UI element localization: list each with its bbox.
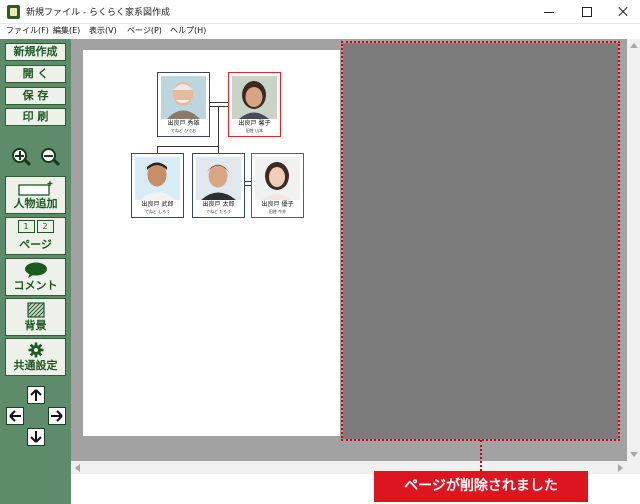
scrollbar-corner <box>627 461 640 474</box>
minimize-button[interactable] <box>532 0 566 24</box>
descent-line <box>218 106 219 147</box>
scroll-left-icon[interactable] <box>75 464 80 472</box>
person-card[interactable]: 出良戸 秀雄 でねど ひでお <box>157 72 210 137</box>
new-file-button[interactable]: 新規作成 <box>5 43 66 61</box>
page-deleted-notice: ページが削除されました <box>374 471 588 502</box>
person-photo <box>135 157 180 200</box>
sibling-line <box>157 146 219 147</box>
menu-view[interactable]: 表示(V) <box>89 25 117 36</box>
person-name: 出良戸 太郎 <box>202 201 235 208</box>
person-card-icon <box>17 181 52 196</box>
deleted-page-highlight <box>341 41 620 441</box>
add-person-button[interactable]: 人物追加 <box>5 176 66 214</box>
arrow-down-icon <box>30 431 42 443</box>
common-settings-button[interactable]: 共通設定 <box>5 338 66 376</box>
title-bar: 新規ファイル - らくらく家系図作成 <box>0 0 640 24</box>
add-person-label: 人物追加 <box>13 197 58 210</box>
background-label: 背景 <box>24 319 47 332</box>
save-button[interactable]: 保 存 <box>5 87 66 105</box>
person-card[interactable]: 出良戸 太郎 でねど たろう <box>192 153 245 218</box>
callout-connector <box>480 440 482 471</box>
person-name: 出良戸 秀雄 <box>167 120 200 127</box>
person-photo <box>232 76 277 119</box>
open-button[interactable]: 開 く <box>5 65 66 83</box>
menu-edit[interactable]: 編集(E) <box>53 25 80 36</box>
menu-file[interactable]: ファイル(F) <box>6 25 49 36</box>
person-name: 出良戸 馨子 <box>238 120 271 127</box>
print-button[interactable]: 印 刷 <box>5 108 66 126</box>
maximize-button[interactable] <box>570 0 604 24</box>
page-button[interactable]: 1 2 ページ <box>5 217 66 255</box>
page-label: ページ <box>19 238 52 251</box>
zoom-out-button[interactable] <box>39 146 61 168</box>
zoom-in-button[interactable] <box>10 146 32 168</box>
person-name: 出良戸 武郎 <box>141 201 174 208</box>
spouse-line-2 <box>210 106 228 107</box>
common-settings-label: 共通設定 <box>13 359 58 372</box>
window-title: 新規ファイル - らくらく家系図作成 <box>26 8 170 18</box>
menu-help[interactable]: ヘルプ(H) <box>170 25 206 36</box>
arrow-right-icon <box>51 410 63 422</box>
scroll-up-icon[interactable] <box>630 43 638 48</box>
menu-page[interactable]: ページ(P) <box>127 25 162 36</box>
left-toolbar: 新規作成 開 く 保 存 印 刷 人物追加 1 2 ページ コメント 背景 共通… <box>0 39 71 504</box>
person-reading: 旧姓 今井 <box>268 209 287 214</box>
gear-icon <box>28 342 43 358</box>
person-reading: でねど しろう <box>144 209 171 214</box>
person-reading: でねど ひでお <box>170 128 197 133</box>
person-card[interactable]: 出良戸 優子 旧姓 今井 <box>251 153 304 218</box>
comment-label: コメント <box>13 279 58 292</box>
arrow-up-icon <box>30 389 42 401</box>
background-button[interactable]: 背景 <box>5 298 66 336</box>
move-up-button[interactable] <box>27 386 45 404</box>
scroll-down-icon[interactable] <box>630 452 638 457</box>
spouse-line <box>210 102 228 103</box>
move-left-button[interactable] <box>6 407 24 425</box>
person-card[interactable]: 出良戸 武郎 でねど しろう <box>131 153 184 218</box>
move-down-button[interactable] <box>27 428 45 446</box>
move-right-button[interactable] <box>48 407 66 425</box>
person-photo <box>196 157 241 200</box>
vertical-scrollbar[interactable] <box>627 39 640 461</box>
page-icon: 1 2 <box>17 220 54 233</box>
comment-button[interactable]: コメント <box>5 258 66 296</box>
person-photo <box>161 76 206 119</box>
person-photo <box>255 157 300 200</box>
app-window: 新規ファイル - らくらく家系図作成 ファイル(F) 編集(E) 表示(V) ペ… <box>0 0 640 504</box>
menu-bar: ファイル(F) 編集(E) 表示(V) ページ(P) ヘルプ(H) <box>0 24 640 39</box>
background-pattern-icon <box>26 302 45 318</box>
close-button[interactable] <box>606 0 640 24</box>
person-reading: でねど たろう <box>205 209 232 214</box>
app-icon <box>7 5 20 19</box>
person-card[interactable]: 出良戸 馨子 旧姓 山本 <box>228 72 281 137</box>
person-name: 出良戸 優子 <box>261 201 294 208</box>
arrow-left-icon <box>9 410 21 422</box>
family-tree-page[interactable] <box>83 50 340 436</box>
scroll-right-icon[interactable] <box>618 464 623 472</box>
person-reading: 旧姓 山本 <box>245 128 264 133</box>
